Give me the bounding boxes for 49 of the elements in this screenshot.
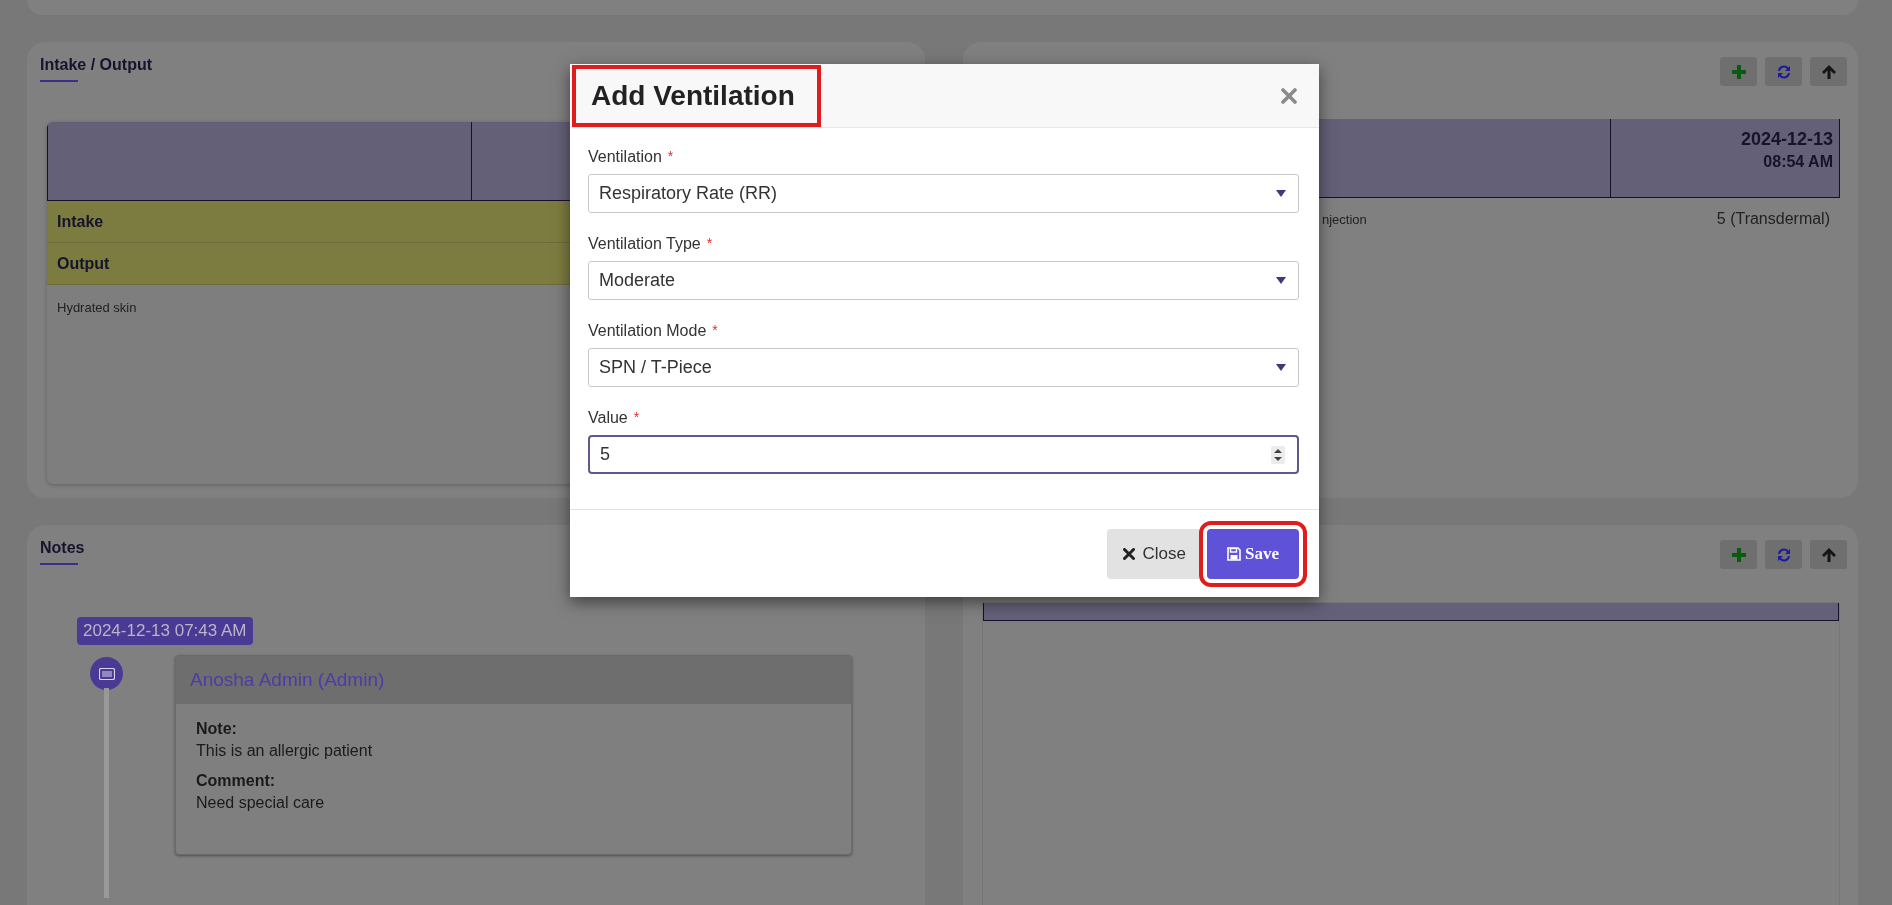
table-cell: Hydrated skin	[57, 300, 137, 315]
field-label: Ventilation Type	[588, 235, 701, 253]
close-icon	[1281, 87, 1297, 104]
refresh-icon	[1775, 63, 1792, 80]
arrow-up-icon	[1821, 547, 1836, 562]
up-button[interactable]	[1810, 57, 1847, 86]
panel-title: Intake / Output	[40, 56, 152, 82]
field-label: Note:	[196, 720, 238, 738]
required-mark: *	[706, 235, 713, 253]
plus-icon	[1731, 547, 1746, 562]
dialog-title: Add Ventilation	[572, 64, 821, 127]
column-date: 2024-12-13	[1740, 129, 1833, 150]
close-button[interactable]	[1281, 87, 1297, 104]
field-label: Ventilation Mode	[588, 322, 707, 340]
table-cell: 5 (Transdermal)	[1716, 210, 1830, 228]
row-label: Output	[57, 254, 110, 273]
number-field[interactable]: 5	[588, 435, 1299, 474]
field-text: This is an allergic patient	[196, 742, 374, 760]
up-button[interactable]	[1810, 540, 1847, 569]
note-icon	[90, 657, 123, 690]
required-mark: *	[712, 322, 718, 340]
add-button[interactable]	[1720, 57, 1757, 86]
select-field[interactable]: Respiratory Rate (RR)	[588, 174, 1299, 213]
field-text: Need special care	[196, 794, 326, 812]
spinner-icon	[1271, 445, 1285, 464]
caret-icon	[1276, 277, 1286, 284]
panel-title: Notes	[40, 539, 85, 565]
required-mark: *	[633, 409, 640, 427]
close-button[interactable]: Close	[1106, 528, 1202, 579]
refresh-button[interactable]	[1765, 57, 1802, 86]
select-field[interactable]: SPN / T-Piece	[588, 348, 1299, 387]
caret-icon	[1276, 190, 1286, 197]
refresh-icon	[1775, 546, 1792, 563]
select-field[interactable]: Moderate	[588, 261, 1299, 300]
close-icon	[1122, 547, 1135, 560]
required-mark: *	[667, 148, 674, 166]
add-button[interactable]	[1720, 540, 1757, 569]
author-name: Anosha Admin (Admin)	[190, 669, 385, 691]
field-label: Ventilation	[588, 148, 662, 166]
row-label: Intake	[57, 212, 104, 231]
refresh-button[interactable]	[1765, 540, 1802, 569]
column-time: 08:54 AM	[1763, 153, 1833, 171]
field-label: Value	[588, 409, 628, 427]
table-cell: njection	[1322, 211, 1367, 227]
arrow-up-icon	[1821, 64, 1836, 79]
field-label: Comment:	[196, 772, 277, 790]
caret-icon	[1276, 364, 1286, 371]
plus-icon	[1731, 64, 1746, 79]
date-badge: 2024-12-13 07:43 AM	[77, 617, 253, 645]
